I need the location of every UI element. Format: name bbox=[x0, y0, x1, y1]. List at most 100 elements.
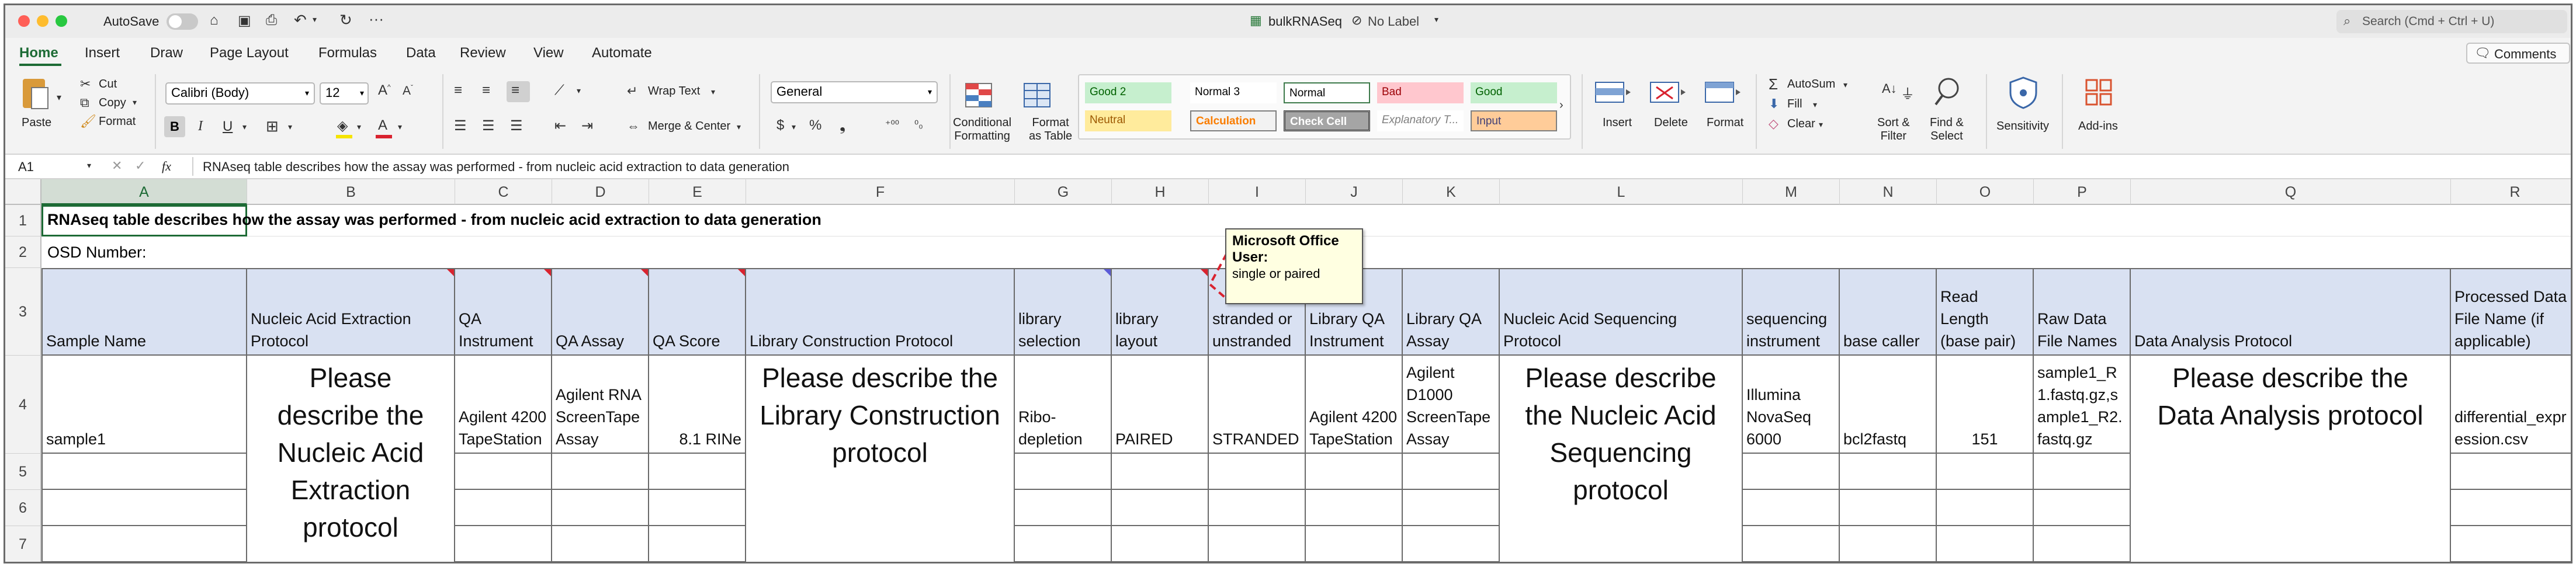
header-library-layout[interactable]: library layout bbox=[1112, 268, 1209, 356]
empty-cell[interactable] bbox=[1112, 490, 1209, 526]
empty-cell[interactable] bbox=[1209, 526, 1306, 562]
autosum-button[interactable]: AutoSum bbox=[1787, 78, 1835, 91]
clear-button[interactable]: Clear bbox=[1787, 117, 1815, 131]
wrap-text-button[interactable]: Wrap Text bbox=[648, 85, 700, 98]
empty-cell[interactable] bbox=[1840, 490, 1937, 526]
paste-button[interactable] bbox=[20, 74, 52, 112]
format-cells-button[interactable] bbox=[1702, 79, 1743, 112]
empty-cell[interactable] bbox=[41, 454, 247, 490]
column-header-m[interactable]: M bbox=[1743, 179, 1840, 205]
redo-icon[interactable]: ↻ bbox=[339, 11, 352, 29]
fill-dropdown-icon[interactable]: ▾ bbox=[1813, 100, 1817, 110]
comment-indicator[interactable] bbox=[544, 269, 551, 276]
column-header-f[interactable]: F bbox=[746, 179, 1015, 205]
align-bottom-button[interactable]: ≡ bbox=[507, 81, 530, 102]
empty-cell[interactable] bbox=[2034, 454, 2131, 490]
tab-formulas[interactable]: Formulas bbox=[318, 45, 377, 61]
row-header-5[interactable]: 5 bbox=[5, 454, 41, 490]
cell-qa-assay[interactable]: Agilent RNA ScreenTape Assay bbox=[552, 356, 649, 454]
cell-library-selection[interactable]: Ribo-depletion bbox=[1015, 356, 1112, 454]
merged-sequencing-protocol[interactable]: Please describe the Nucleic Acid Sequenc… bbox=[1500, 356, 1743, 562]
format-painter-label[interactable]: Format bbox=[99, 115, 136, 128]
styles-more-icon[interactable]: › bbox=[1559, 99, 1563, 112]
empty-cell[interactable] bbox=[1743, 526, 1840, 562]
currency-dropdown-icon[interactable]: ▾ bbox=[792, 122, 796, 132]
header-library-construction[interactable]: Library Construction Protocol bbox=[746, 268, 1015, 356]
style-bad[interactable]: Bad bbox=[1377, 82, 1464, 103]
header-processed-data-file[interactable]: Processed Data File Name (if applicable) bbox=[2451, 268, 2571, 356]
column-header-o[interactable]: O bbox=[1937, 179, 2034, 205]
font-color-icon[interactable]: A bbox=[378, 117, 387, 134]
column-header-a[interactable]: A bbox=[41, 179, 247, 205]
header-qa-assay[interactable]: QA Assay bbox=[552, 268, 649, 356]
empty-cell[interactable] bbox=[1209, 454, 1306, 490]
empty-cell[interactable] bbox=[1937, 490, 2034, 526]
empty-cell[interactable] bbox=[1743, 454, 1840, 490]
empty-cell[interactable] bbox=[1306, 490, 1403, 526]
merge-dropdown-icon[interactable]: ▾ bbox=[737, 122, 741, 132]
empty-cell[interactable] bbox=[1403, 526, 1500, 562]
style-normal-3[interactable]: Normal 3 bbox=[1190, 82, 1277, 103]
close-window-button[interactable] bbox=[18, 15, 30, 27]
header-sequencing-instrument[interactable]: sequencing instrument bbox=[1743, 268, 1840, 356]
column-header-r[interactable]: R bbox=[2451, 179, 2571, 205]
empty-cell[interactable] bbox=[1015, 490, 1112, 526]
delete-cells-button[interactable] bbox=[1647, 79, 1688, 112]
column-header-p[interactable]: P bbox=[2034, 179, 2131, 205]
empty-cell[interactable] bbox=[649, 526, 746, 562]
empty-cell[interactable] bbox=[1015, 454, 1112, 490]
header-qa-instrument[interactable]: QA Instrument bbox=[455, 268, 552, 356]
header-library-selection[interactable]: library selection bbox=[1015, 268, 1112, 356]
header-base-caller[interactable]: base caller bbox=[1840, 268, 1937, 356]
column-header-b[interactable]: B bbox=[247, 179, 455, 205]
cell-qa-score[interactable]: 8.1 RINe bbox=[649, 356, 746, 454]
orientation-icon[interactable]: ⟋ bbox=[554, 82, 564, 99]
style-check-cell[interactable]: Check Cell bbox=[1284, 110, 1370, 131]
copy-label[interactable]: Copy bbox=[99, 96, 126, 110]
column-header-q[interactable]: Q bbox=[2131, 179, 2451, 205]
merged-extraction-protocol[interactable]: Please describe the Nucleic Acid Extract… bbox=[247, 356, 455, 562]
home-icon[interactable]: ⌂ bbox=[210, 12, 219, 29]
increase-indent-icon[interactable]: ⇥ bbox=[581, 117, 593, 134]
cell-library-qa-assay[interactable]: Agilent D1000 ScreenTape Assay bbox=[1403, 356, 1500, 454]
cell-a1-title[interactable]: RNAseq table describes how the assay was… bbox=[47, 211, 821, 229]
empty-cell[interactable] bbox=[649, 454, 746, 490]
font-size-select[interactable]: 12 ▾ bbox=[320, 82, 369, 105]
empty-cell[interactable] bbox=[2034, 490, 2131, 526]
cell-stranded[interactable]: STRANDED bbox=[1209, 356, 1306, 454]
row-header-2[interactable]: 2 bbox=[5, 236, 41, 268]
cell-sequencing-instrument[interactable]: Illumina NovaSeq 6000 bbox=[1743, 356, 1840, 454]
bold-button[interactable]: B bbox=[164, 116, 185, 137]
row-header-7[interactable]: 7 bbox=[5, 526, 41, 562]
empty-cell[interactable] bbox=[552, 454, 649, 490]
underline-dropdown-icon[interactable]: ▾ bbox=[242, 122, 247, 132]
empty-cell[interactable] bbox=[2451, 490, 2571, 526]
format-as-table-button[interactable] bbox=[1022, 81, 1055, 112]
borders-icon[interactable]: ⊞ bbox=[266, 117, 279, 135]
print-icon[interactable]: ⎙ bbox=[266, 12, 277, 29]
clear-icon[interactable]: ◇ bbox=[1769, 116, 1778, 131]
style-explanatory[interactable]: Explanatory T... bbox=[1377, 110, 1464, 131]
style-normal[interactable]: Normal bbox=[1284, 82, 1370, 103]
underline-button[interactable]: U bbox=[223, 119, 233, 135]
tab-insert[interactable]: Insert bbox=[85, 45, 120, 61]
column-header-i[interactable]: I bbox=[1209, 179, 1306, 205]
format-painter-icon[interactable]: 🖌 bbox=[80, 114, 96, 129]
header-data-analysis-protocol[interactable]: Data Analysis Protocol bbox=[2131, 268, 2451, 356]
header-sample-name[interactable]: Sample Name bbox=[41, 268, 247, 356]
row-header-4[interactable]: 4 bbox=[5, 356, 41, 454]
cell-processed-data-file[interactable]: differential_expression.csv bbox=[2451, 356, 2571, 454]
header-read-length[interactable]: Read Length (base pair) bbox=[1937, 268, 2034, 356]
merged-library-construction-protocol[interactable]: Please describe the Library Construction… bbox=[746, 356, 1015, 562]
search-box[interactable]: ⌕ Search (Cmd + Ctrl + U) bbox=[2336, 10, 2567, 33]
number-format-select[interactable]: General ▾ bbox=[771, 81, 938, 103]
column-header-j[interactable]: J bbox=[1306, 179, 1403, 205]
decrease-decimal-icon[interactable]: ⁰₀ bbox=[914, 119, 923, 131]
percent-icon[interactable]: % bbox=[809, 117, 821, 134]
zoom-window-button[interactable] bbox=[56, 15, 67, 27]
column-header-e[interactable]: E bbox=[649, 179, 746, 205]
column-header-g[interactable]: G bbox=[1015, 179, 1112, 205]
column-header-k[interactable]: K bbox=[1403, 179, 1500, 205]
label-dropdown-icon[interactable]: ▾ bbox=[1434, 15, 1438, 25]
column-header-h[interactable]: H bbox=[1112, 179, 1209, 205]
